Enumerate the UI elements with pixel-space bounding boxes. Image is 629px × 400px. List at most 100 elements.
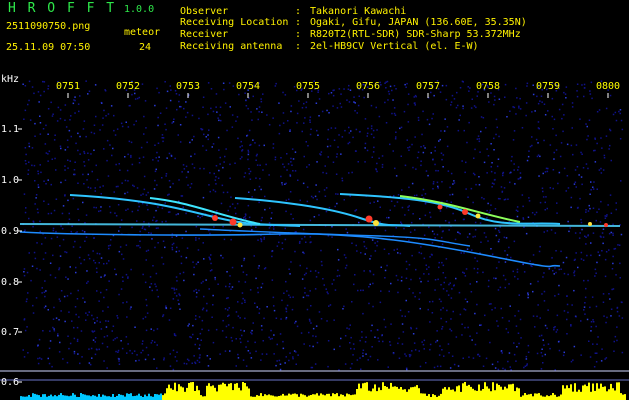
noise-dot [429,216,432,218]
noise-dot [143,115,145,118]
noise-dot [39,94,42,97]
noise-dot [41,287,43,289]
noise-dot [234,207,236,209]
noise-dot [393,249,395,251]
noise-dot [144,100,147,102]
noise-dot [574,169,577,171]
noise-dot [23,274,26,277]
noise-dot [117,317,119,319]
noise-dot [614,111,617,114]
noise-dot [64,104,67,106]
noise-dot [147,354,150,356]
noise-dot [220,202,223,205]
noise-dot [389,341,391,343]
noise-dot [609,144,611,147]
power-bar [236,383,238,400]
noise-dot [211,146,213,148]
power-bar [192,382,194,400]
noise-dot [595,361,598,363]
noise-dot [73,337,76,340]
noise-dot [256,108,258,110]
noise-dot [187,184,189,186]
noise-dot [68,218,71,220]
noise-dot [567,220,569,223]
noise-dot [47,88,49,90]
noise-dot [526,159,529,162]
noise-dot [515,209,518,212]
noise-dot [268,222,271,224]
noise-dot [428,273,430,275]
power-bar [332,393,334,400]
noise-dot [415,327,418,330]
noise-dot [185,212,187,215]
noise-dot [251,119,253,121]
noise-dot [526,364,528,367]
noise-dot [197,215,199,218]
noise-dot [309,116,312,118]
noise-dot [199,167,201,170]
noise-dot [564,93,567,95]
noise-dot [471,249,473,251]
noise-dot [555,271,557,274]
noise-dot [278,102,280,104]
noise-dot [281,182,283,184]
noise-dot [336,275,339,277]
noise-dot [443,355,445,357]
y-tick-label: 0.6 [1,377,19,388]
power-bar [334,394,336,400]
noise-dot [239,317,241,319]
noise-dot [329,145,332,147]
noise-dot [172,368,175,371]
noise-dot [451,355,454,357]
noise-dot [99,129,101,131]
noise-dot [59,255,62,257]
noise-dot [474,257,476,259]
noise-dot [131,226,133,229]
noise-dot [398,337,400,340]
noise-dot [395,136,397,138]
noise-dot [309,119,311,121]
noise-dot [147,249,150,252]
noise-dot [235,120,237,122]
noise-dot [142,349,144,352]
noise-dot [342,308,344,310]
noise-dot [335,193,337,195]
noise-dot [65,276,67,278]
noise-dot [132,184,134,187]
power-bar [618,382,620,400]
noise-dot [379,301,382,304]
noise-dot [600,172,603,174]
noise-dot [318,98,321,100]
noise-dot [417,116,420,119]
noise-dot [278,132,281,135]
noise-dot [442,288,445,290]
noise-dot [142,193,144,195]
noise-dot [321,264,323,267]
noise-dot [370,255,372,257]
noise-dot [570,206,572,209]
noise-dot [240,140,242,143]
noise-dot [466,236,469,238]
noise-dot [195,296,198,298]
noise-dot [215,93,218,95]
noise-dot [583,83,586,86]
power-bar [190,382,192,400]
noise-dot [292,357,294,360]
noise-dot [489,209,492,212]
noise-dot [112,339,115,341]
noise-dot [327,340,330,342]
hotspot [604,223,608,227]
noise-dot [201,215,203,217]
noise-dot [94,84,97,86]
noise-dot [343,199,345,201]
noise-dot [339,345,341,348]
noise-dot [344,129,346,132]
noise-dot [409,231,412,233]
noise-dot [563,91,565,94]
noise-dot [390,200,393,202]
noise-dot [590,254,592,257]
noise-dot [59,117,62,120]
noise-dot [185,116,187,118]
power-bar [122,395,124,400]
noise-dot [296,122,298,124]
